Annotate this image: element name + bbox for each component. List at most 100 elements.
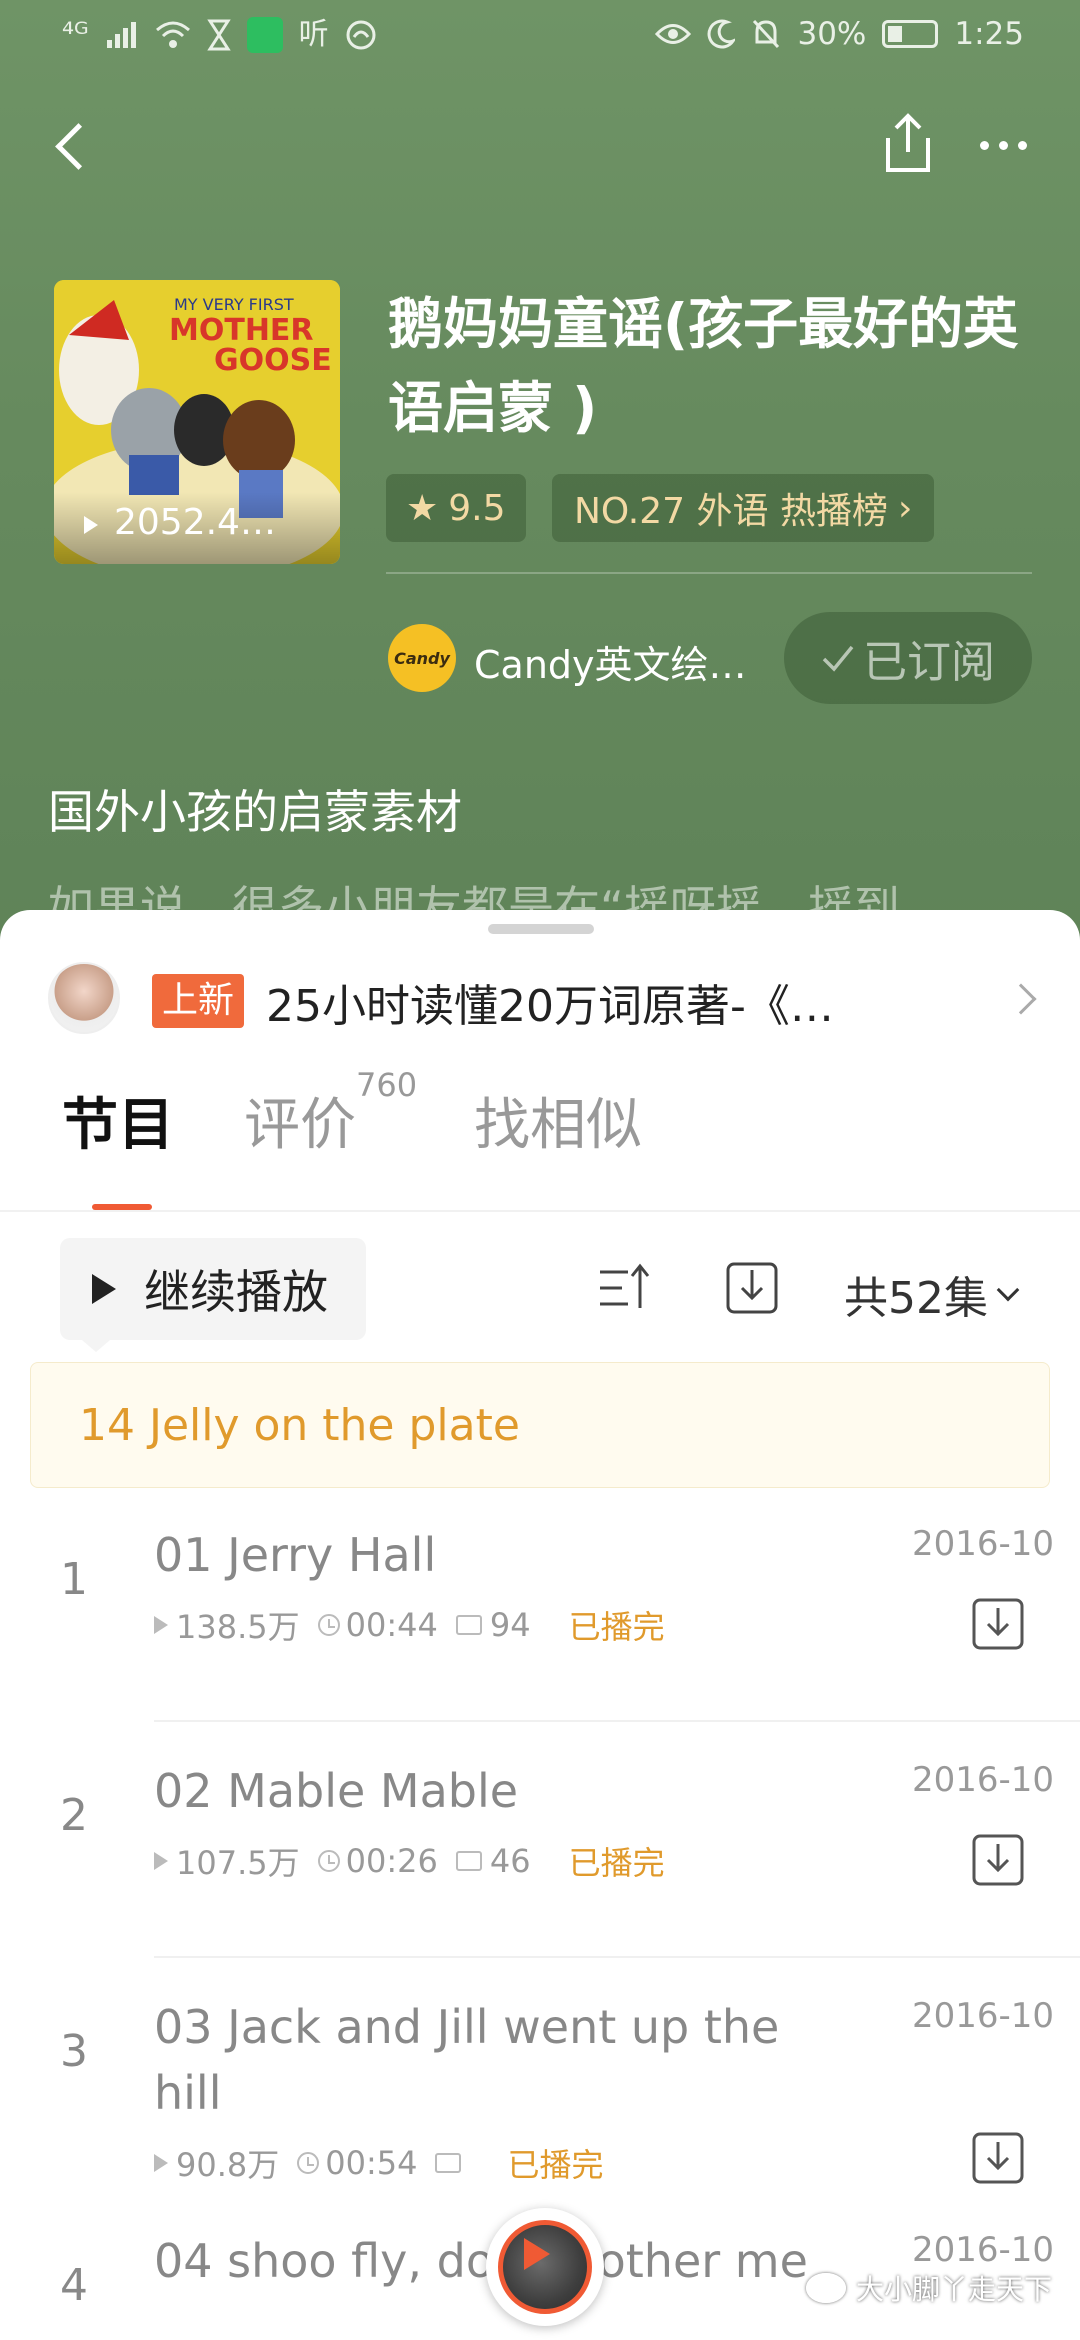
author-avatar[interactable]: Candy [388, 624, 456, 692]
play-count-icon [154, 2154, 168, 2172]
clock-icon [317, 1850, 340, 1872]
rank-badge[interactable]: NO.27 外语 热播榜 › [552, 474, 935, 542]
episode-date: 2016-10 [912, 1524, 1055, 1564]
sheet-drag-handle[interactable] [488, 924, 594, 934]
notification-badge-icon [346, 20, 376, 50]
rank-label: NO.27 外语 热播榜 [574, 491, 888, 532]
row-divider [154, 1956, 1080, 1958]
cover-play-overlay: 2052.4… [54, 492, 340, 564]
promo-avatar [48, 962, 120, 1034]
episode-count: 共52集 [844, 1273, 988, 1324]
episode-duration: 00:26 [345, 1842, 438, 1880]
subscribed-button[interactable]: 已订阅 [784, 612, 1032, 704]
episode-date: 2016-10 [912, 1760, 1055, 1800]
svg-text:MY VERY FIRST: MY VERY FIRST [174, 295, 294, 314]
episode-duration: 00:54 [325, 2144, 418, 2182]
episode-status: 已播完 [568, 1844, 665, 1882]
episode-row[interactable]: 2 02 Mable Mable 2016-10 107.5万 00:26 46… [0, 1746, 1080, 1906]
subscribed-label: 已订阅 [863, 637, 995, 688]
episode-plays: 90.8万 [176, 2146, 280, 2184]
wechat-icon [806, 2273, 846, 2303]
clock-icon [297, 2152, 320, 2174]
episode-title: 01 Jerry Hall [154, 1528, 437, 1582]
tab-reviews[interactable]: 评价 760 [244, 1066, 417, 1161]
episode-status: 已播完 [568, 1608, 665, 1646]
mute-bell-icon [753, 19, 780, 49]
eye-icon [655, 24, 692, 44]
episode-duration: 00:44 [345, 1606, 438, 1644]
intro-title: 国外小孩的启蒙素材 [48, 785, 462, 839]
download-icon[interactable] [972, 1834, 1024, 1886]
now-playing-button[interactable] [486, 2208, 604, 2326]
hourglass-icon [206, 19, 231, 51]
episode-plays: 107.5万 [176, 1844, 300, 1882]
ting-app-icon: 听 [298, 17, 329, 52]
tab-bar: 节目 评价 760 找相似 [0, 1066, 1080, 1200]
episode-row[interactable]: 3 03 Jack and Jill went up the hill 2016… [0, 1982, 1080, 2212]
clock-icon [317, 1614, 340, 1636]
episode-plays: 138.5万 [176, 1608, 300, 1646]
play-icon [92, 1274, 116, 1304]
download-icon[interactable] [972, 1598, 1024, 1650]
star-icon: ★ [406, 487, 439, 529]
download-icon[interactable] [972, 2132, 1024, 2184]
battery-percent: 30% [797, 16, 867, 52]
program-sheet: 上新 25小时读懂20万词原著-《… 节目 评价 760 找相似 继续播放 共5… [0, 910, 1080, 2340]
episode-title: 03 Jack and Jill went up the hill [154, 2000, 780, 2120]
evernote-icon [246, 17, 283, 53]
more-options-button[interactable] [980, 130, 1040, 160]
back-button[interactable] [52, 118, 92, 178]
episode-number: 3 [60, 2026, 88, 2077]
chevron-right-icon: › [897, 487, 913, 529]
comment-icon [455, 1851, 482, 1871]
play-count-icon [84, 516, 98, 534]
album-cover[interactable]: MY VERY FIRST MOTHER GOOSE 2052.4… [54, 280, 340, 564]
episode-number: 4 [60, 2260, 88, 2311]
rating-value: 9.5 [448, 487, 506, 529]
episode-comments: 46 [489, 1842, 531, 1880]
episode-status: 已播完 [507, 2146, 604, 2184]
tabs-divider [0, 1210, 1080, 1212]
row-divider [154, 1720, 1080, 1722]
episode-date: 2016-10 [912, 2230, 1055, 2270]
episode-count-selector[interactable]: 共52集 [844, 1262, 1020, 1326]
play-count-icon [154, 1616, 168, 1634]
play-count-icon [154, 1852, 168, 1870]
wifi-icon [155, 21, 190, 48]
rating-badge[interactable]: ★ 9.5 [386, 474, 526, 542]
tab-similar[interactable]: 找相似 [474, 1080, 642, 1161]
watermark: 大小脚丫走天下 [806, 2268, 1052, 2308]
episode-meta: 138.5万 00:44 94 已播完 [154, 1602, 665, 1648]
last-played-banner[interactable]: 14 Jelly on the plate [30, 1362, 1050, 1488]
episode-row[interactable]: 1 01 Jerry Hall 2016-10 138.5万 00:44 94 … [0, 1510, 1080, 1670]
tab-programs[interactable]: 节目 [62, 1080, 174, 1161]
clock-time: 1:25 [954, 16, 1024, 52]
comment-icon [455, 1615, 482, 1635]
episode-number: 2 [60, 1790, 88, 1841]
review-count: 760 [356, 1066, 418, 1104]
album-title: 鹅妈妈童谣(孩子最好的英语启蒙 ) [388, 292, 1019, 440]
episode-comments: 94 [489, 1606, 531, 1644]
watermark-text: 大小脚丫走天下 [856, 2273, 1053, 2306]
svg-text:GOOSE: GOOSE [214, 343, 332, 378]
share-icon[interactable] [880, 112, 936, 176]
episode-number: 1 [60, 1554, 88, 1605]
episode-title: 02 Mable Mable [154, 1764, 519, 1818]
network-type: ⁴ᴳ [62, 17, 89, 52]
continue-play-button[interactable]: 继续播放 [60, 1238, 366, 1340]
promo-new-tag: 上新 [152, 974, 245, 1028]
author-name[interactable]: Candy英文绘… [474, 634, 747, 689]
episode-title: 04 shoo fly, don't bother me [154, 2234, 808, 2288]
continue-tooltip-pointer [82, 1340, 110, 1352]
moon-icon [708, 19, 736, 49]
tab-reviews-label: 评价 [244, 1093, 356, 1158]
continue-play-label: 继续播放 [144, 1265, 328, 1319]
sort-icon[interactable] [596, 1260, 652, 1316]
chevron-right-icon [1005, 983, 1037, 1015]
check-icon [822, 645, 854, 672]
battery-icon [882, 20, 939, 48]
status-bar: ⁴ᴳ 听 30% 1:25 [0, 0, 1080, 74]
signal-icon [106, 22, 136, 48]
download-all-icon[interactable] [724, 1260, 780, 1316]
chevron-down-icon [996, 1278, 1020, 1302]
